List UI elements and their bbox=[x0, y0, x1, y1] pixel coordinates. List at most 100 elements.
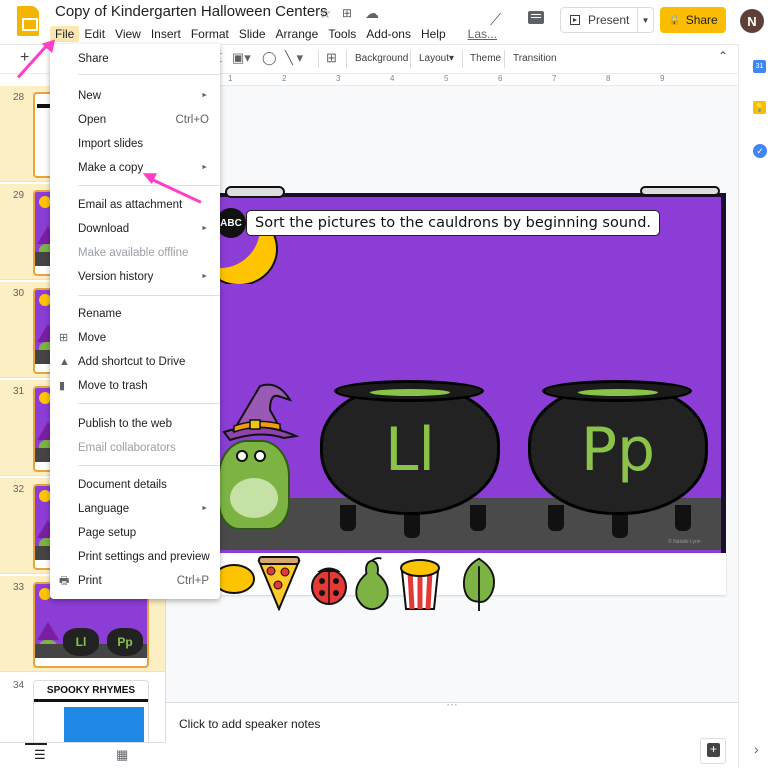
document-title[interactable]: Copy of Kindergarten Halloween Centers bbox=[55, 3, 328, 20]
menu-addons[interactable]: Add-ons bbox=[361, 26, 416, 42]
cloud-decoration bbox=[640, 186, 720, 196]
slides-logo-icon[interactable] bbox=[17, 6, 39, 36]
instruction-textbox[interactable]: Sort the pictures to the cauldrons by be… bbox=[246, 210, 661, 236]
menu-item-page-setup[interactable]: Page setup bbox=[50, 522, 220, 544]
menu-item-label: Email collaborators bbox=[78, 442, 176, 454]
leaf-image[interactable] bbox=[457, 555, 501, 611]
submenu-arrow-icon: ► bbox=[201, 505, 208, 512]
menu-item-open[interactable]: Open Ctrl+O bbox=[50, 109, 220, 131]
present-label: Present bbox=[588, 13, 630, 27]
slide-number: 30 bbox=[13, 288, 25, 299]
add-comment-icon[interactable]: ⊞ bbox=[326, 50, 337, 66]
menu-item-new[interactable]: New ► bbox=[50, 85, 220, 107]
menu-item-add-shortcut[interactable]: ▲ Add shortcut to Drive bbox=[50, 351, 220, 373]
calendar-icon[interactable]: 31 bbox=[753, 60, 766, 73]
cauldron-ll[interactable]: Ll bbox=[320, 385, 500, 515]
theme-button[interactable]: Theme bbox=[470, 53, 501, 64]
menu-insert[interactable]: Insert bbox=[146, 26, 186, 42]
tasks-icon[interactable]: ✓ bbox=[753, 144, 767, 158]
insert-image-icon[interactable]: ▣▾ bbox=[232, 50, 251, 66]
thumb-title: SPOOKY RHYMES bbox=[46, 685, 136, 696]
filmstrip-view-toggle: ☰ ▦ bbox=[0, 742, 166, 768]
menu-edit[interactable]: Edit bbox=[79, 26, 110, 42]
ruler-tick: 9 bbox=[660, 74, 665, 83]
comments-icon[interactable] bbox=[528, 11, 544, 24]
present-dropdown-icon[interactable]: ▼ bbox=[637, 8, 653, 32]
ladybug-image[interactable] bbox=[307, 555, 351, 611]
explore-button[interactable] bbox=[700, 738, 726, 764]
menu-item-version-history[interactable]: Version history ► bbox=[50, 266, 220, 288]
layout-dropdown-icon: ▾ bbox=[449, 53, 455, 64]
menu-format[interactable]: Format bbox=[186, 26, 234, 42]
menu-item-label: New bbox=[78, 90, 102, 102]
menu-item-print-settings[interactable]: Print settings and preview bbox=[50, 546, 220, 568]
cauldron-pp[interactable]: Pp bbox=[528, 385, 708, 515]
menu-item-label: Page setup bbox=[78, 527, 137, 539]
activity-dashboard-icon[interactable]: ⟋ bbox=[490, 12, 501, 30]
background-button[interactable]: Background bbox=[355, 53, 408, 64]
pear-image[interactable] bbox=[350, 555, 394, 611]
menu-item-publish-web[interactable]: Publish to the web bbox=[50, 413, 220, 435]
slide-thumbnail[interactable]: SPOOKY RHYMES bbox=[33, 680, 149, 742]
notes-resize-handle[interactable]: • • • bbox=[166, 702, 738, 710]
menu-item-make-a-copy[interactable]: Make a copy ► bbox=[50, 157, 220, 179]
menu-divider bbox=[78, 465, 220, 466]
menu-item-label: Import slides bbox=[78, 138, 144, 150]
menu-help[interactable]: Help bbox=[416, 26, 451, 42]
grid-view-icon[interactable]: ▦ bbox=[116, 747, 128, 763]
lock-icon: 🔒 bbox=[668, 14, 681, 26]
transition-button[interactable]: Transition bbox=[513, 53, 557, 64]
menu-tools[interactable]: Tools bbox=[323, 26, 361, 42]
menu-divider bbox=[78, 295, 220, 296]
slide-number: 33 bbox=[13, 582, 25, 593]
ruler-tick: 6 bbox=[498, 74, 503, 83]
submenu-arrow-icon: ► bbox=[201, 164, 208, 171]
menu-view[interactable]: View bbox=[110, 26, 146, 42]
pizza-image[interactable] bbox=[257, 555, 301, 611]
moon-image[interactable] bbox=[210, 232, 282, 284]
collapse-toolbar-icon[interactable]: ⌃ bbox=[718, 49, 728, 63]
menu-item-language[interactable]: Language ► bbox=[50, 498, 220, 520]
menu-item-label: Print bbox=[78, 575, 102, 587]
speaker-notes-field[interactable]: Click to add speaker notes bbox=[179, 717, 320, 731]
menu-item-download[interactable]: Download ► bbox=[50, 218, 220, 240]
ruler-tick: 2 bbox=[282, 74, 287, 83]
menu-item-label: Download bbox=[78, 223, 130, 235]
menu-item-move-to-trash[interactable]: ▮ Move to trash bbox=[50, 375, 220, 397]
present-button[interactable]: Present ▼ bbox=[560, 7, 654, 33]
menu-item-move[interactable]: ⊞ Move bbox=[50, 327, 220, 349]
menu-bar: File Edit View Insert Format Slide Arran… bbox=[50, 26, 502, 42]
menu-arrange[interactable]: Arrange bbox=[271, 26, 324, 42]
filmstrip-slide[interactable]: 34 SPOOKY RHYMES bbox=[0, 674, 165, 742]
menu-item-label: Add shortcut to Drive bbox=[78, 356, 186, 368]
menu-item-share[interactable]: Share bbox=[50, 48, 220, 70]
star-icon[interactable]: ☆ bbox=[319, 5, 332, 22]
keep-icon[interactable]: 💡 bbox=[753, 101, 766, 114]
layout-button[interactable]: Layout▾ bbox=[419, 53, 454, 64]
move-to-folder-icon[interactable]: ⊞ bbox=[342, 6, 352, 20]
menu-item-label: Move to trash bbox=[78, 380, 148, 392]
menu-item-document-details[interactable]: Document details bbox=[50, 474, 220, 496]
layout-label: Layout bbox=[419, 53, 450, 64]
menu-item-import-slides[interactable]: Import slides bbox=[50, 133, 220, 155]
shape-icon[interactable]: ◯ bbox=[262, 50, 277, 66]
menu-item-print[interactable]: 🖶 Print Ctrl+P bbox=[50, 570, 220, 592]
slide-number: 32 bbox=[13, 484, 25, 495]
lemon-image[interactable] bbox=[218, 562, 256, 596]
trash-icon: ▮ bbox=[59, 380, 66, 392]
line-icon[interactable]: ╲ ▾ bbox=[285, 50, 303, 66]
share-button[interactable]: 🔒 Share bbox=[660, 7, 726, 33]
account-avatar[interactable]: N bbox=[740, 9, 764, 33]
submenu-arrow-icon: ► bbox=[201, 225, 208, 232]
copyright-text: © Natalie Lynn bbox=[668, 539, 701, 545]
cloud-saved-icon[interactable]: ☁ bbox=[365, 5, 379, 22]
expand-side-panel-icon[interactable]: › bbox=[754, 741, 759, 757]
popcorn-image[interactable] bbox=[398, 555, 442, 611]
menu-item-rename[interactable]: Rename bbox=[50, 303, 220, 325]
filmstrip-view-icon[interactable]: ☰ bbox=[34, 747, 46, 763]
menu-item-label: Publish to the web bbox=[78, 418, 172, 430]
menu-item-label: Print settings and preview bbox=[78, 551, 210, 563]
toolbar-divider bbox=[462, 50, 463, 68]
folder-move-icon: ⊞ bbox=[59, 332, 69, 344]
menu-slide[interactable]: Slide bbox=[234, 26, 271, 42]
